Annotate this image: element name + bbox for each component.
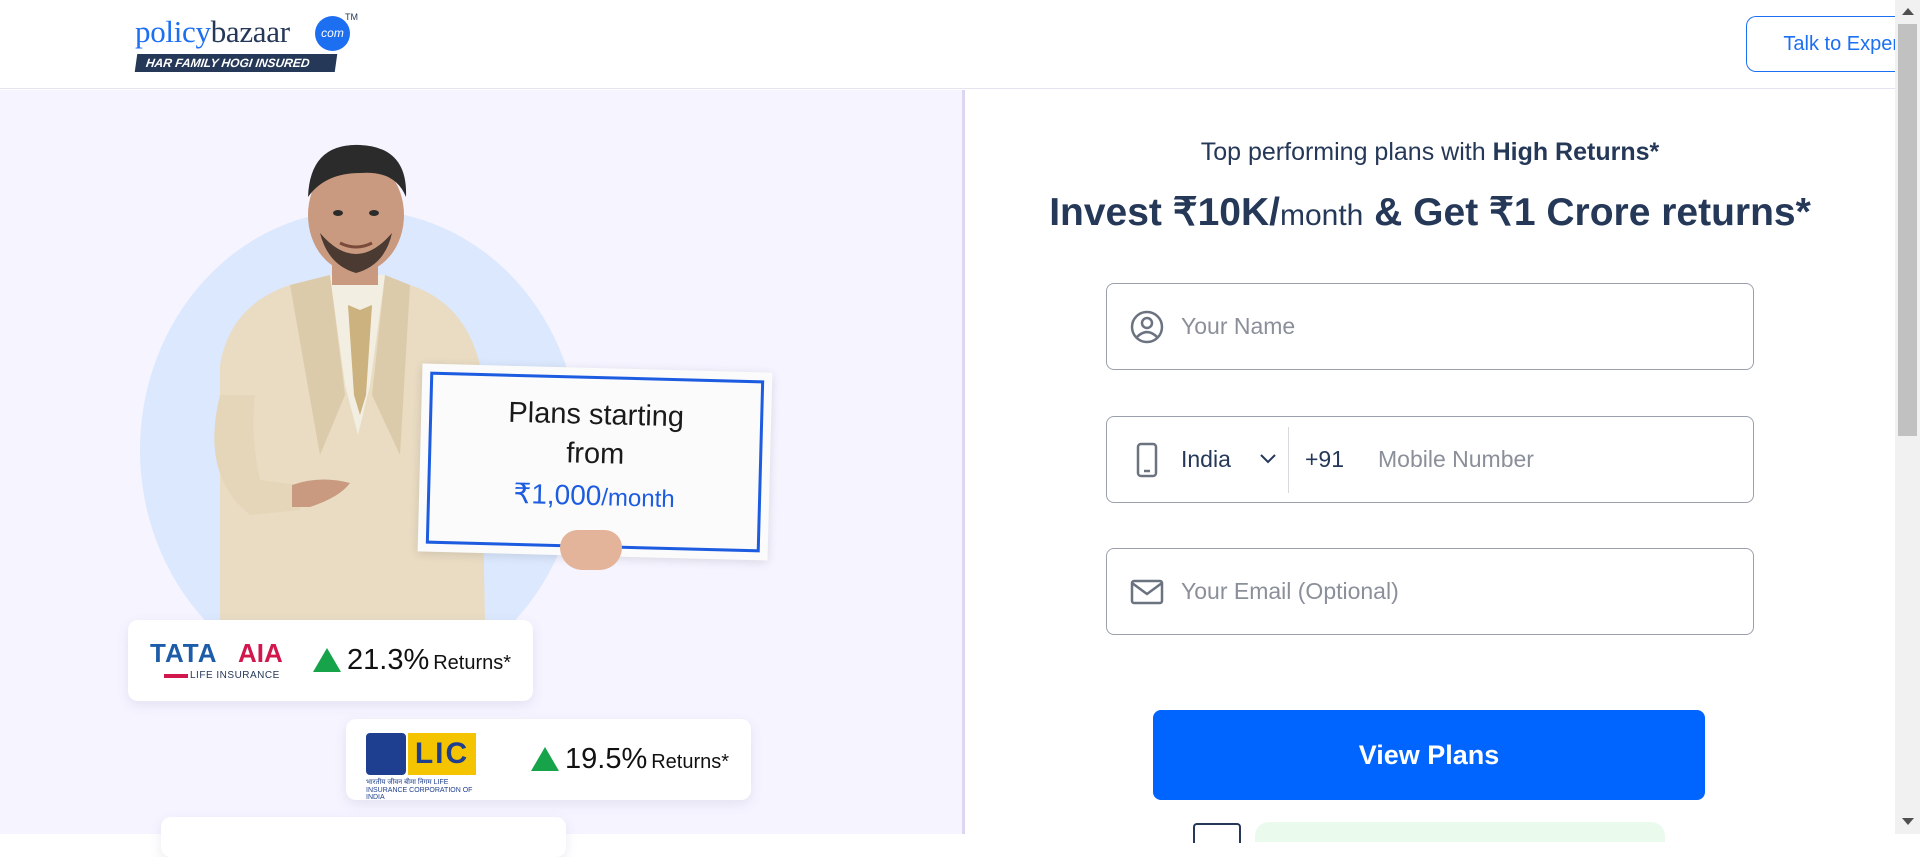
scroll-up-arrow-icon[interactable]: [1902, 8, 1914, 15]
policybazaar-logo[interactable]: policybazaar com TM HAR FAMILY HOGI INSU…: [134, 12, 358, 74]
chevron-down-icon[interactable]: [1259, 451, 1277, 465]
returns-figure: 19.5% Returns*: [531, 719, 729, 800]
email-field: [1106, 548, 1754, 635]
info-pill-partial: [1255, 822, 1665, 842]
returns-value: 21.3%: [347, 644, 430, 676]
sign-amount: ₹1,000: [513, 477, 602, 512]
up-triangle-icon: [531, 747, 559, 771]
document-icon: [1193, 823, 1241, 843]
insurer-card-tata-aia: TATA AIA LIFE INSURANCE 21.3% Returns*: [128, 620, 533, 701]
returns-figure: 21.3% Returns*: [313, 620, 511, 701]
tata-aia-logo: TATA AIA LIFE INSURANCE: [150, 638, 290, 688]
returns-value: 19.5%: [565, 743, 648, 775]
user-circle-icon: [1130, 310, 1164, 344]
mobile-phone-icon: [1136, 442, 1158, 478]
form-subtitle: Top performing plans with High Returns*: [1200, 138, 1660, 166]
sign-line-1: Plans starting: [507, 396, 685, 434]
returns-label: Returns*: [433, 652, 512, 674]
lic-subtext: भारतीय जीवन बीमा निगम LIFE INSURANCE COR…: [366, 779, 473, 801]
sign-price: ₹1,000/month: [430, 475, 759, 517]
form-headline: Invest ₹10K/month & Get ₹1 Crore returns…: [1049, 191, 1811, 234]
email-input[interactable]: [1181, 549, 1721, 634]
site-header: policybazaar com TM HAR FAMILY HOGI INSU…: [0, 0, 1920, 89]
lead-form-panel: Top performing plans with High Returns* …: [965, 90, 1895, 843]
lic-wordmark: LIC: [408, 733, 476, 775]
logo-wordmark: policybazaar: [135, 14, 290, 49]
tata-aia-subtext: LIFE INSURANCE: [190, 670, 280, 681]
sign-per-month: /month: [600, 484, 676, 514]
talk-to-expert-button[interactable]: Talk to Expert: [1746, 16, 1920, 72]
country-code: +91: [1305, 446, 1345, 472]
tata-aia-accent-bar: [164, 674, 188, 678]
logo-trademark: TM: [345, 12, 358, 22]
field-separator: [1288, 427, 1289, 493]
name-field: [1106, 283, 1754, 370]
holding-hand: [560, 530, 622, 570]
lic-logo: LIC भारतीय जीवन बीमा निगम LIFE INSURANCE…: [366, 733, 478, 801]
returns-label: Returns*: [651, 751, 730, 773]
scrollbar-thumb[interactable]: [1898, 24, 1917, 436]
mobile-number-input[interactable]: [1378, 417, 1728, 502]
tata-wordmark: TATA: [150, 638, 218, 668]
country-select[interactable]: India: [1181, 417, 1231, 502]
mobile-field: India +91: [1106, 416, 1754, 503]
lic-emblem-icon: [366, 733, 406, 775]
logo-tagline: HAR FAMILY HOGI INSURED: [134, 54, 338, 72]
insurer-card-partial: [161, 817, 566, 857]
view-plans-button[interactable]: View Plans: [1153, 710, 1705, 800]
sign-frame: Plans starting from ₹1,000/month: [425, 371, 765, 553]
sign-line-2: from: [565, 437, 625, 471]
insurer-card-lic: LIC भारतीय जीवन बीमा निगम LIFE INSURANCE…: [346, 719, 751, 801]
up-triangle-icon: [313, 648, 341, 672]
scroll-down-arrow-icon[interactable]: [1902, 818, 1914, 825]
aia-wordmark: AIA: [238, 638, 283, 668]
name-input[interactable]: [1181, 284, 1721, 369]
mail-icon: [1130, 579, 1164, 605]
page-scrollbar[interactable]: [1895, 0, 1920, 834]
